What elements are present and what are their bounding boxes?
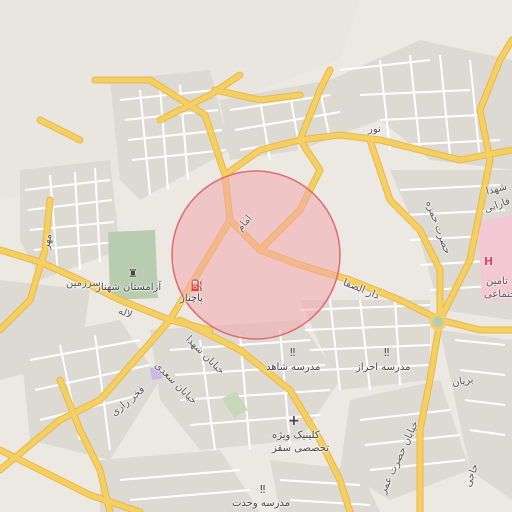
highlight-circle [171,170,341,340]
poi-label-ejtemaei: اجتماعی [484,289,512,300]
fuel-icon[interactable]: ⛽ [190,280,204,291]
poi-label-taminejtemaei: تامین [486,276,508,287]
poi-label-pachnar[interactable]: پاچنار [180,293,203,304]
map-base-layer [0,0,512,512]
hospital-icon[interactable]: H [484,256,493,267]
poi-label-clinic-line1[interactable]: کلینیک ویژه [272,430,320,441]
school-icon[interactable]: ‼ [384,347,389,358]
poi-label-madrese-vahdat[interactable]: مدرسه وحدت [232,498,290,509]
map-view[interactable]: نور امام دار الصفا حضرت حمزه فارابی خیاب… [0,0,512,512]
school-icon[interactable]: ‼ [260,484,265,495]
street-label-noor: نور [368,124,381,135]
hospital-icon[interactable]: + [288,414,300,428]
poi-label-sarzamin: سرزمین [66,278,101,289]
poi-label-madrese-shahed[interactable]: مدرسه شاهد [266,362,320,373]
poi-label-madrese-ahraz[interactable]: مدرسه احراز [356,362,410,373]
poi-label-azmestan[interactable]: آزامستان شهناز [96,282,161,293]
school-icon[interactable]: ‼ [290,347,295,358]
roundabout [429,313,447,331]
poi-label-clinic-line2[interactable]: تخصصی سقز [272,443,329,454]
landmark-icon[interactable]: ♜ [128,268,138,279]
